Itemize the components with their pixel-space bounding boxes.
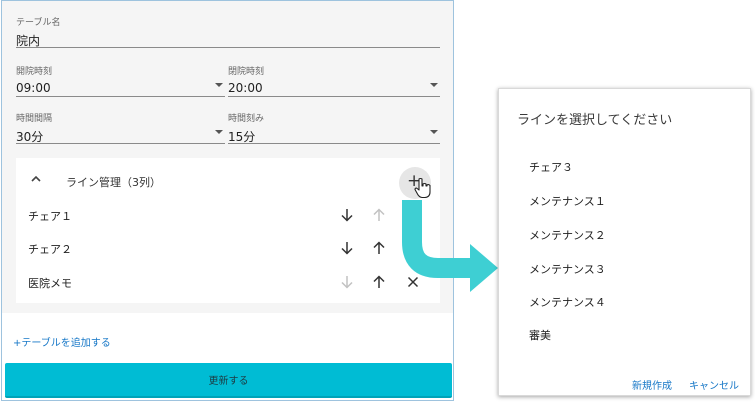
- table-form: テーブル名 院内 開院時刻 09:00 閉院時刻 20:00 時間間隔 30分 …: [2, 1, 453, 313]
- table-name-field[interactable]: テーブル名 院内: [16, 15, 440, 48]
- table-settings-panel: テーブル名 院内 開院時刻 09:00 閉院時刻 20:00 時間間隔 30分 …: [1, 0, 454, 401]
- cancel-button[interactable]: キャンセル: [689, 377, 739, 392]
- table-name-underline: [16, 47, 440, 48]
- line-row-label: 医院メモ: [28, 277, 72, 290]
- move-up-button[interactable]: [368, 237, 390, 259]
- move-down-button[interactable]: [336, 204, 358, 226]
- interval-underline: [16, 143, 225, 144]
- close-time-label: 閉院時刻: [228, 67, 265, 77]
- line-row-label: チェア１: [28, 210, 72, 223]
- arrow-up-icon: [373, 241, 385, 254]
- open-time-select[interactable]: 開院時刻 09:00: [16, 64, 225, 97]
- close-time-select[interactable]: 閉院時刻 20:00: [228, 64, 440, 97]
- close-time-value: 20:00: [228, 81, 263, 95]
- line-row-label: チェア２: [28, 243, 72, 256]
- arrow-down-icon: [341, 276, 353, 289]
- flow-arrow-icon: [402, 200, 498, 292]
- arrow-up-icon: [373, 208, 385, 221]
- chevron-up-icon[interactable]: [30, 174, 42, 184]
- line-option[interactable]: メンテナンス３: [529, 261, 606, 277]
- line-select-dialog: ラインを選択してください チェア３ メンテナンス１ メンテナンス２ メンテナンス…: [498, 88, 751, 396]
- move-up-button[interactable]: [368, 204, 390, 226]
- chevron-down-icon[interactable]: [430, 130, 438, 134]
- hand-cursor-icon: [414, 177, 431, 199]
- add-line-button[interactable]: +: [399, 167, 431, 199]
- open-time-label: 開院時刻: [16, 67, 53, 77]
- line-row: チェア２: [16, 233, 440, 263]
- line-row: チェア１: [16, 200, 440, 230]
- line-management-header[interactable]: ライン管理（3列） +: [16, 158, 440, 200]
- arrow-down-icon: [341, 242, 353, 255]
- chevron-down-icon[interactable]: [215, 130, 223, 134]
- step-select[interactable]: 時間刻み 15分: [228, 111, 440, 144]
- line-option[interactable]: メンテナンス１: [529, 193, 606, 209]
- close-time-underline: [228, 96, 440, 97]
- line-row: 医院メモ: [16, 267, 440, 297]
- arrow-down-icon: [341, 209, 353, 222]
- new-create-button[interactable]: 新規作成: [632, 377, 672, 392]
- interval-label: 時間間隔: [16, 114, 53, 124]
- update-button-label: 更新する: [208, 376, 249, 387]
- step-label: 時間刻み: [228, 114, 265, 124]
- update-button[interactable]: 更新する: [5, 363, 452, 398]
- line-management-title: ライン管理（3列）: [66, 176, 161, 189]
- line-option[interactable]: メンテナンス４: [529, 294, 606, 310]
- open-time-underline: [16, 96, 225, 97]
- line-option[interactable]: 審美: [529, 327, 551, 343]
- line-option[interactable]: チェア３: [529, 159, 573, 175]
- add-table-link[interactable]: +テーブルを追加する: [13, 334, 111, 349]
- chevron-down-icon[interactable]: [215, 83, 223, 87]
- move-up-button[interactable]: [368, 271, 390, 293]
- table-name-label: テーブル名: [16, 18, 61, 28]
- step-underline: [228, 143, 440, 144]
- line-option[interactable]: メンテナンス２: [529, 227, 606, 243]
- chevron-down-icon[interactable]: [430, 83, 438, 87]
- arrow-up-icon: [373, 275, 385, 288]
- open-time-value: 09:00: [16, 81, 51, 95]
- move-down-button[interactable]: [336, 271, 358, 293]
- interval-select[interactable]: 時間間隔 30分: [16, 111, 225, 144]
- move-down-button[interactable]: [336, 237, 358, 259]
- line-management-card: ライン管理（3列） + チェア１ チェア２ 医院メモ: [16, 158, 440, 303]
- dialog-title: ラインを選択してください: [517, 113, 673, 128]
